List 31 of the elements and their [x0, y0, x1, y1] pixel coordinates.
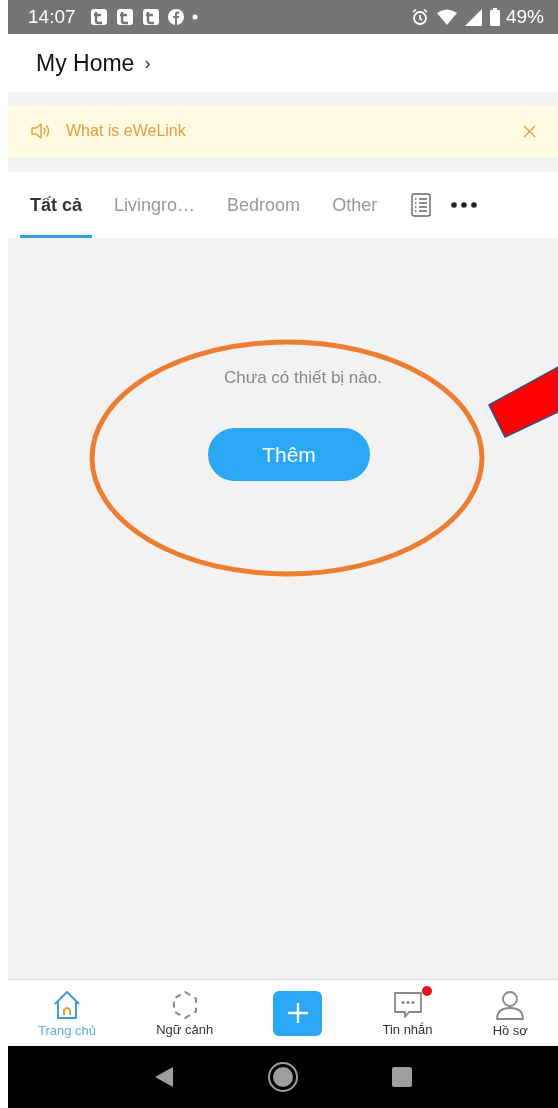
- alarm-icon: [410, 8, 429, 26]
- signal-icon: [464, 8, 482, 26]
- clock-time: 14:07: [28, 6, 76, 28]
- nav-tab[interactable]: Ngữ cảnh: [156, 989, 214, 1037]
- home-icon: [267, 1061, 299, 1093]
- empty-message: Chưa có thiết bị nào.: [224, 368, 382, 388]
- back-icon: [154, 1066, 175, 1088]
- speaker-icon: [30, 122, 50, 140]
- room-tab[interactable]: Tất cả: [20, 172, 93, 238]
- more-icon: [451, 202, 478, 208]
- list-icon: [411, 193, 432, 217]
- app-notification-icon: [89, 8, 108, 26]
- facebook-icon: [167, 9, 184, 25]
- app-notification-icon: [141, 8, 160, 26]
- chevron-icon[interactable]: ›: [144, 52, 151, 74]
- app-notification-icon: [115, 8, 134, 26]
- add-button[interactable]: [273, 990, 323, 1036]
- plus-icon: [286, 1002, 309, 1024]
- battery-percent: 49%: [505, 6, 544, 28]
- nav-tab[interactable]: Hồ sơ: [492, 988, 528, 1038]
- close-icon: [523, 124, 536, 138]
- person-icon: [494, 988, 527, 1021]
- pointer-arrow: [488, 366, 558, 438]
- home-title[interactable]: My Home: [36, 49, 135, 77]
- chat-icon: [391, 989, 424, 1020]
- nav-tab[interactable]: Tin nhắn: [382, 989, 433, 1037]
- recents-icon: [391, 1067, 412, 1087]
- wifi-icon: [436, 9, 457, 25]
- battery-icon: [489, 8, 500, 26]
- close-button[interactable]: [521, 122, 538, 140]
- dot-icon: [191, 14, 198, 20]
